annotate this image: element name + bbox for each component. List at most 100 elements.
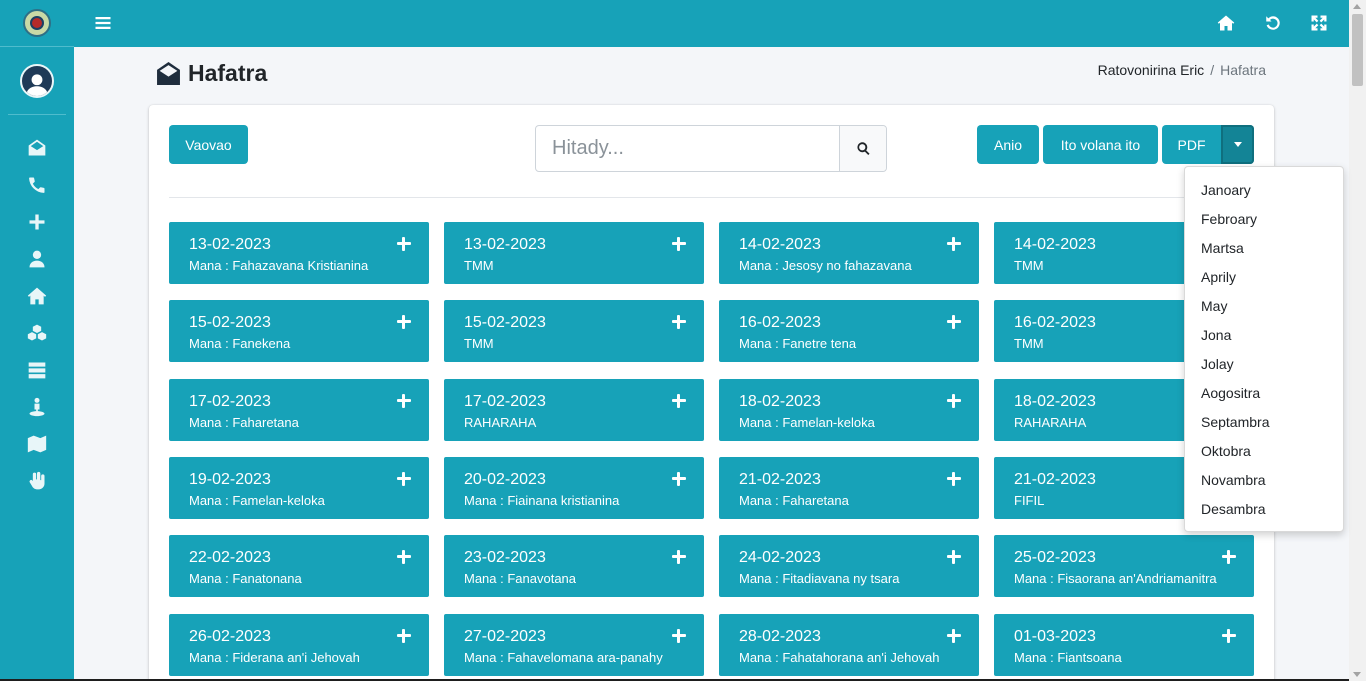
message-tile[interactable]: 27-02-2023 Mana : Fahavelomana ara-panahy <box>444 614 704 676</box>
message-tile[interactable]: 13-02-2023 Mana : Fahazavana Kristianina <box>169 222 429 284</box>
server-icon[interactable] <box>0 351 74 388</box>
bars-icon[interactable] <box>94 14 112 32</box>
page-title-text: Hafatra <box>188 60 268 86</box>
new-message-button[interactable]: Vaovao <box>169 125 248 164</box>
month-option[interactable]: Janoary <box>1185 176 1343 205</box>
search-button[interactable] <box>839 126 886 171</box>
plus-icon[interactable] <box>0 203 74 240</box>
scroll-down-arrow[interactable] <box>1353 672 1361 677</box>
expand-icon[interactable] <box>1310 14 1328 32</box>
church-logo-icon[interactable] <box>23 9 51 37</box>
message-description: Mana : Fanatonana <box>189 571 302 586</box>
home-icon[interactable] <box>0 277 74 314</box>
user-avatar-icon[interactable] <box>20 63 54 98</box>
plus-icon[interactable] <box>947 629 961 643</box>
message-description: TMM <box>464 258 494 273</box>
plus-icon[interactable] <box>672 315 686 329</box>
today-button[interactable]: Anio <box>977 125 1039 164</box>
plus-icon[interactable] <box>397 629 411 643</box>
plus-icon[interactable] <box>672 472 686 486</box>
message-description: Mana : Fiderana an'i Jehovah <box>189 650 360 665</box>
message-tile[interactable]: 25-02-2023 Mana : Fisaorana an'Andriamani… <box>994 535 1254 597</box>
message-tile[interactable]: 16-02-2023 Mana : Fanetre tena <box>719 300 979 362</box>
scroll-thumb[interactable] <box>1352 14 1363 86</box>
pdf-dropdown-toggle[interactable] <box>1221 125 1254 164</box>
person-standing-icon[interactable] <box>0 388 74 425</box>
message-date: 28-02-2023 <box>739 628 821 645</box>
message-tile[interactable]: 26-02-2023 Mana : Fiderana an'i Jehovah <box>169 614 429 676</box>
message-tile[interactable]: 28-02-2023 Mana : Fahatahorana an'i Jehov… <box>719 614 979 676</box>
message-tile[interactable]: 19-02-2023 Mana : Famelan-keloka <box>169 457 429 519</box>
month-option[interactable]: Febroary <box>1185 205 1343 234</box>
plus-icon[interactable] <box>947 315 961 329</box>
phone-icon[interactable] <box>0 166 74 203</box>
cubes-icon[interactable] <box>0 314 74 351</box>
plus-icon[interactable] <box>947 237 961 251</box>
plus-icon[interactable] <box>947 394 961 408</box>
message-tile[interactable]: 15-02-2023 TMM <box>444 300 704 362</box>
month-option[interactable]: Jolay <box>1185 350 1343 379</box>
message-tile[interactable]: 22-02-2023 Mana : Fanatonana <box>169 535 429 597</box>
message-tile[interactable]: 24-02-2023 Mana : Fitadiavana ny tsara <box>719 535 979 597</box>
search-input[interactable] <box>536 126 839 171</box>
month-option[interactable]: Oktobra <box>1185 437 1343 466</box>
breadcrumb: Ratovonirina Eric / Hafatra <box>1098 62 1266 78</box>
envelope-open-icon[interactable] <box>0 129 74 166</box>
breadcrumb-parent[interactable]: Ratovonirina Eric <box>1098 62 1205 78</box>
message-tile[interactable]: 14-02-2023 Mana : Jesosy no fahazavana <box>719 222 979 284</box>
message-tile[interactable]: 15-02-2023 Mana : Fanekena <box>169 300 429 362</box>
plus-icon[interactable] <box>397 550 411 564</box>
message-tile[interactable]: 20-02-2023 Mana : Fiainana kristianina <box>444 457 704 519</box>
message-description: Mana : Jesosy no fahazavana <box>739 258 912 273</box>
undo-icon[interactable] <box>1264 14 1282 32</box>
plus-icon[interactable] <box>397 472 411 486</box>
message-tile[interactable]: 17-02-2023 RAHARAHA <box>444 379 704 441</box>
month-option[interactable]: Martsa <box>1185 234 1343 263</box>
message-date: 14-02-2023 <box>739 236 821 253</box>
month-option[interactable]: Septambra <box>1185 408 1343 437</box>
message-tile[interactable]: 13-02-2023 TMM <box>444 222 704 284</box>
scroll-up-arrow[interactable] <box>1353 4 1361 9</box>
brand[interactable] <box>0 0 74 47</box>
message-date: 26-02-2023 <box>189 628 271 645</box>
message-date: 25-02-2023 <box>1014 549 1096 566</box>
plus-icon[interactable] <box>397 237 411 251</box>
month-option[interactable]: Desambra <box>1185 495 1343 524</box>
message-date: 20-02-2023 <box>464 471 546 488</box>
map-icon[interactable] <box>0 425 74 462</box>
message-tile[interactable]: 23-02-2023 Mana : Fanavotana <box>444 535 704 597</box>
message-tile[interactable]: 21-02-2023 Mana : Faharetana <box>719 457 979 519</box>
page-scrollbar[interactable] <box>1349 0 1366 681</box>
plus-icon[interactable] <box>947 472 961 486</box>
plus-icon[interactable] <box>672 394 686 408</box>
month-option[interactable]: Aogositra <box>1185 379 1343 408</box>
message-tile[interactable]: 18-02-2023 Mana : Famelan-keloka <box>719 379 979 441</box>
message-description: Mana : Faharetana <box>189 415 299 430</box>
home-icon[interactable] <box>1217 14 1235 32</box>
month-option[interactable]: Jona <box>1185 321 1343 350</box>
plus-icon[interactable] <box>397 315 411 329</box>
divider <box>169 197 1254 198</box>
message-tile[interactable]: 01-03-2023 Mana : Fiantsoana <box>994 614 1254 676</box>
plus-icon[interactable] <box>672 629 686 643</box>
pdf-button[interactable]: PDF <box>1162 125 1221 164</box>
month-option[interactable]: May <box>1185 292 1343 321</box>
plus-icon[interactable] <box>1222 550 1236 564</box>
hand-icon[interactable] <box>0 462 74 499</box>
search-icon <box>856 142 870 155</box>
this-month-button[interactable]: Ito volana ito <box>1043 125 1158 164</box>
message-tile[interactable]: 17-02-2023 Mana : Faharetana <box>169 379 429 441</box>
plus-icon[interactable] <box>947 550 961 564</box>
message-description: FIFIL <box>1014 493 1045 508</box>
caret-down-icon <box>1233 142 1242 147</box>
month-option[interactable]: Novambra <box>1185 466 1343 495</box>
message-description: TMM <box>464 336 494 351</box>
message-description: TMM <box>1014 336 1044 351</box>
user-icon[interactable] <box>0 240 74 277</box>
plus-icon[interactable] <box>672 550 686 564</box>
plus-icon[interactable] <box>1222 629 1236 643</box>
plus-icon[interactable] <box>397 394 411 408</box>
plus-icon[interactable] <box>672 237 686 251</box>
envelope-open-icon <box>157 62 180 85</box>
month-option[interactable]: Aprily <box>1185 263 1343 292</box>
